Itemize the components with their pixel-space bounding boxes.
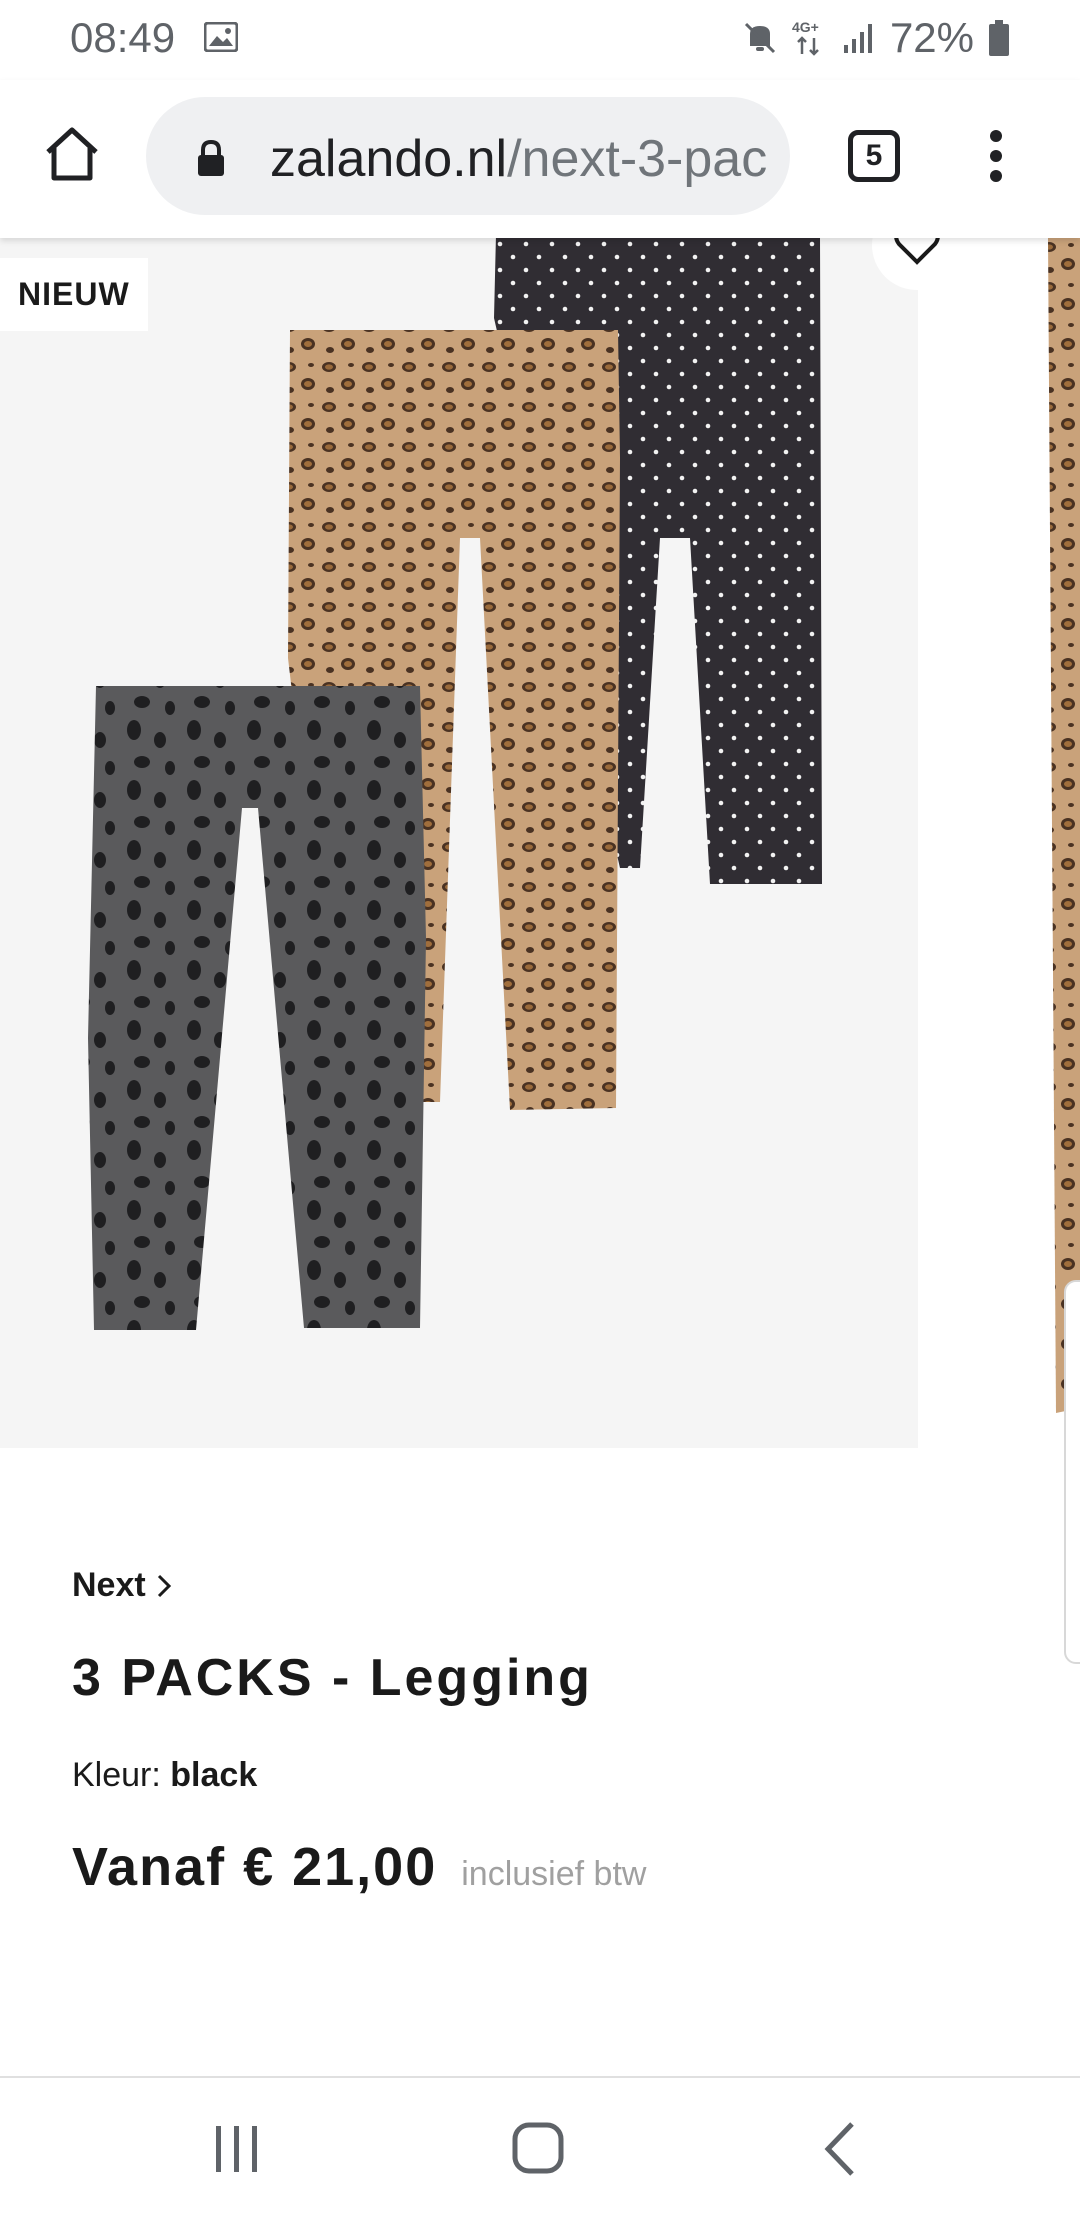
mute-icon	[742, 20, 778, 56]
network-4g-icon: 4G+	[792, 18, 828, 58]
recent-apps-icon	[216, 2126, 257, 2172]
status-icons: 4G+ 72%	[742, 14, 1010, 62]
brand-name: Next	[72, 1566, 146, 1604]
product-title: 3 PACKS - Legging	[72, 1649, 593, 1707]
address-bar[interactable]: zalando.nl/next-3-pac	[146, 97, 790, 215]
lock-icon	[198, 139, 224, 176]
browser-toolbar: zalando.nl/next-3-pac 5	[0, 80, 1080, 238]
next-product-image[interactable]	[1040, 238, 1080, 1418]
next-image-preview	[1040, 238, 1080, 1418]
battery-percent: 72%	[889, 14, 974, 61]
url-host: zalando.nl	[270, 130, 508, 188]
status-time: 08:49	[70, 14, 176, 61]
color-label: Kleur:	[72, 1756, 161, 1794]
home-nav-button[interactable]	[498, 2114, 578, 2184]
home-button[interactable]	[40, 122, 104, 186]
tab-count: 5	[865, 139, 883, 172]
home-icon	[46, 127, 98, 181]
leggings-illustration	[88, 234, 822, 1330]
more-menu-button[interactable]	[976, 126, 1016, 186]
url-text: zalando.nl/next-3-pac	[270, 129, 770, 189]
product-image[interactable]	[0, 234, 918, 1448]
new-badge: NIEUW	[0, 258, 148, 331]
svg-text:4G+: 4G+	[792, 19, 819, 35]
status-bar: 08:49 4G+ 72%	[0, 0, 1080, 80]
battery-icon	[988, 19, 1010, 57]
color-value: black	[170, 1756, 258, 1794]
price-row: Vanaf € 21,00 inclusief btw	[72, 1836, 646, 1898]
vat-note: inclusief btw	[461, 1855, 647, 1893]
signal-icon	[842, 21, 876, 55]
home-circle-icon	[512, 2122, 564, 2174]
tab-switcher-button[interactable]: 5	[848, 130, 900, 182]
chevron-right-icon	[157, 1574, 171, 1597]
product-price: Vanaf € 21,00	[72, 1837, 438, 1897]
side-panel-handle[interactable]	[1064, 1280, 1080, 1664]
color-info: Kleur: black	[72, 1756, 257, 1795]
recent-apps-button[interactable]	[196, 2114, 276, 2184]
image-icon	[203, 21, 239, 53]
brand-link[interactable]: Next	[72, 1566, 172, 1605]
url-path: /next-3-pac	[507, 130, 768, 188]
back-icon	[824, 2122, 854, 2176]
back-nav-button[interactable]	[800, 2114, 880, 2184]
system-nav-bar	[0, 2076, 1080, 2222]
more-vert-icon	[990, 130, 1002, 182]
